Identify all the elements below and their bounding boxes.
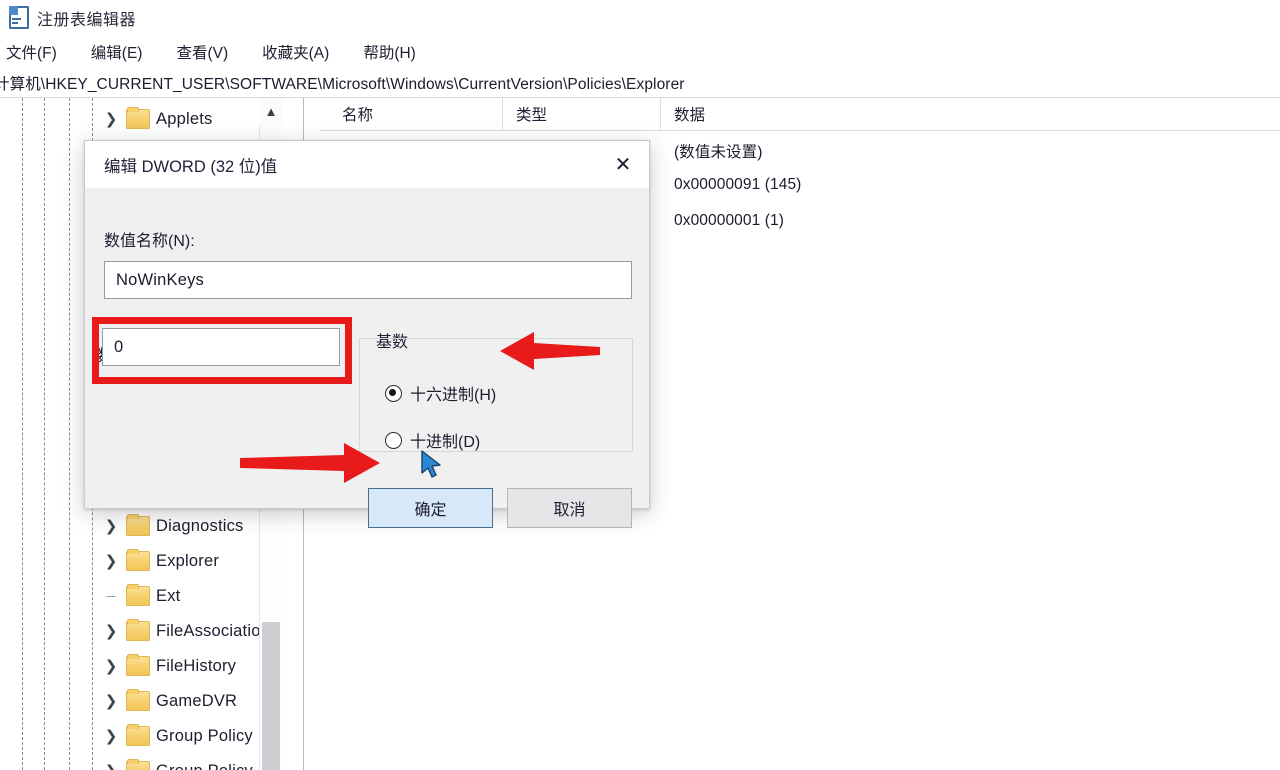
folder-icon [126, 107, 150, 129]
dash-icon: ─ [106, 589, 116, 603]
tree-item-label: GameDVR [156, 691, 238, 710]
folder-icon [126, 514, 150, 536]
title-bar: 注册表编辑器 [0, 0, 1280, 36]
tree-item-filehistory[interactable]: ❯ FileHistory [0, 649, 282, 683]
radio-decimal[interactable]: 十进制(D) [385, 428, 480, 452]
cancel-button[interactable]: 取消 [507, 488, 632, 528]
menu-item-help[interactable]: 帮助(H) [359, 39, 420, 65]
dialog-title: 编辑 DWORD (32 位)值 [104, 158, 278, 176]
chevron-right-icon[interactable]: ❯ [104, 554, 118, 569]
tree-item-applets[interactable]: ❯ Applets [0, 102, 282, 136]
chevron-right-icon[interactable]: ❯ [104, 112, 118, 127]
address-path: 计算机\HKEY_CURRENT_USER\SOFTWARE\Microsoft… [0, 76, 685, 93]
ok-button[interactable]: 确定 [368, 488, 493, 528]
folder-icon [126, 549, 150, 571]
tree-item-label: Diagnostics [156, 516, 244, 535]
column-header-type[interactable]: 类型 [516, 103, 547, 125]
radio-label-hexadecimal: 十六进制(H) [410, 387, 497, 404]
menu-item-edit[interactable]: 编辑(E) [87, 39, 147, 65]
cell-data: 0x00000091 (145) [674, 176, 802, 193]
tree-item-label: Applets [156, 109, 213, 128]
registry-editor-window: 注册表编辑器 文件(F) 编辑(E) 查看(V) 收藏夹(A) 帮助(H) 计算… [0, 0, 1280, 770]
cell-data: (数值未设置) [674, 144, 763, 161]
chevron-right-icon[interactable]: ❯ [104, 729, 118, 744]
cell-data: 0x00000001 (1) [674, 212, 784, 229]
dialog-title-bar: 编辑 DWORD (32 位)值 ✕ [85, 141, 649, 188]
tree-item-ext[interactable]: ─ Ext [0, 579, 282, 613]
column-divider[interactable] [660, 98, 661, 130]
folder-icon [126, 689, 150, 711]
value-data-input[interactable]: 0 [102, 328, 340, 366]
chevron-right-icon[interactable]: ❯ [104, 624, 118, 639]
chevron-right-icon[interactable]: ❯ [104, 694, 118, 709]
tree-scrollbar-thumb[interactable] [262, 622, 280, 770]
folder-icon [126, 619, 150, 641]
window-title: 注册表编辑器 [37, 12, 137, 29]
radio-hexadecimal[interactable]: 十六进制(H) [385, 381, 496, 405]
tree-item-diagnostics[interactable]: ❯ Diagnostics [0, 509, 282, 543]
tree-item-label: Explorer [156, 551, 220, 570]
arrow-to-hex-radio [500, 332, 600, 370]
radio-checked-icon[interactable] [385, 384, 402, 402]
column-header-name[interactable]: 名称 [342, 103, 373, 125]
list-column-header[interactable]: 名称 类型 数据 [320, 98, 1280, 131]
column-header-data[interactable]: 数据 [674, 103, 705, 125]
tree-item-gamedvr[interactable]: ❯ GameDVR [0, 684, 282, 718]
chevron-right-icon[interactable]: ❯ [104, 764, 118, 770]
folder-icon [126, 724, 150, 746]
mouse-cursor [421, 450, 441, 478]
column-divider[interactable] [502, 98, 503, 130]
menu-item-file[interactable]: 文件(F) [2, 39, 61, 65]
menu-bar: 文件(F) 编辑(E) 查看(V) 收藏夹(A) 帮助(H) [0, 38, 1280, 66]
menu-item-favorites[interactable]: 收藏夹(A) [258, 39, 333, 65]
menu-item-view[interactable]: 查看(V) [172, 39, 232, 65]
chevron-right-icon[interactable]: ❯ [104, 659, 118, 674]
chevron-right-icon[interactable]: ❯ [104, 519, 118, 534]
chevron-up-icon[interactable]: ▲ [260, 98, 282, 124]
tree-item-label: Group Policy E [156, 762, 269, 770]
tree-item-label: FileHistory [156, 656, 237, 675]
folder-icon [126, 584, 150, 606]
tree-item-label: Ext [156, 586, 181, 605]
registry-editor-icon [7, 5, 29, 29]
value-name-input[interactable]: NoWinKeys [104, 261, 632, 299]
address-bar[interactable]: 计算机\HKEY_CURRENT_USER\SOFTWARE\Microsoft… [0, 69, 1280, 98]
tree-item-group-policy-e[interactable]: ❯ Group Policy E [0, 754, 282, 770]
radio-label-decimal: 十进制(D) [410, 434, 481, 451]
value-name-label: 数值名称(N): [104, 233, 195, 250]
arrow-to-ok-button [240, 443, 380, 483]
folder-icon [126, 654, 150, 676]
tree-item-fileassociation[interactable]: ❯ FileAssociation [0, 614, 282, 648]
radio-unchecked-icon[interactable] [385, 431, 402, 449]
tree-item-explorer[interactable]: ❯ Explorer [0, 544, 282, 578]
tree-item-label: FileAssociation [156, 621, 270, 640]
folder-icon [126, 759, 150, 770]
tree-item-label: Group Policy [156, 726, 253, 745]
close-icon[interactable]: ✕ [597, 141, 649, 188]
tree-item-group-policy[interactable]: ❯ Group Policy [0, 719, 282, 753]
